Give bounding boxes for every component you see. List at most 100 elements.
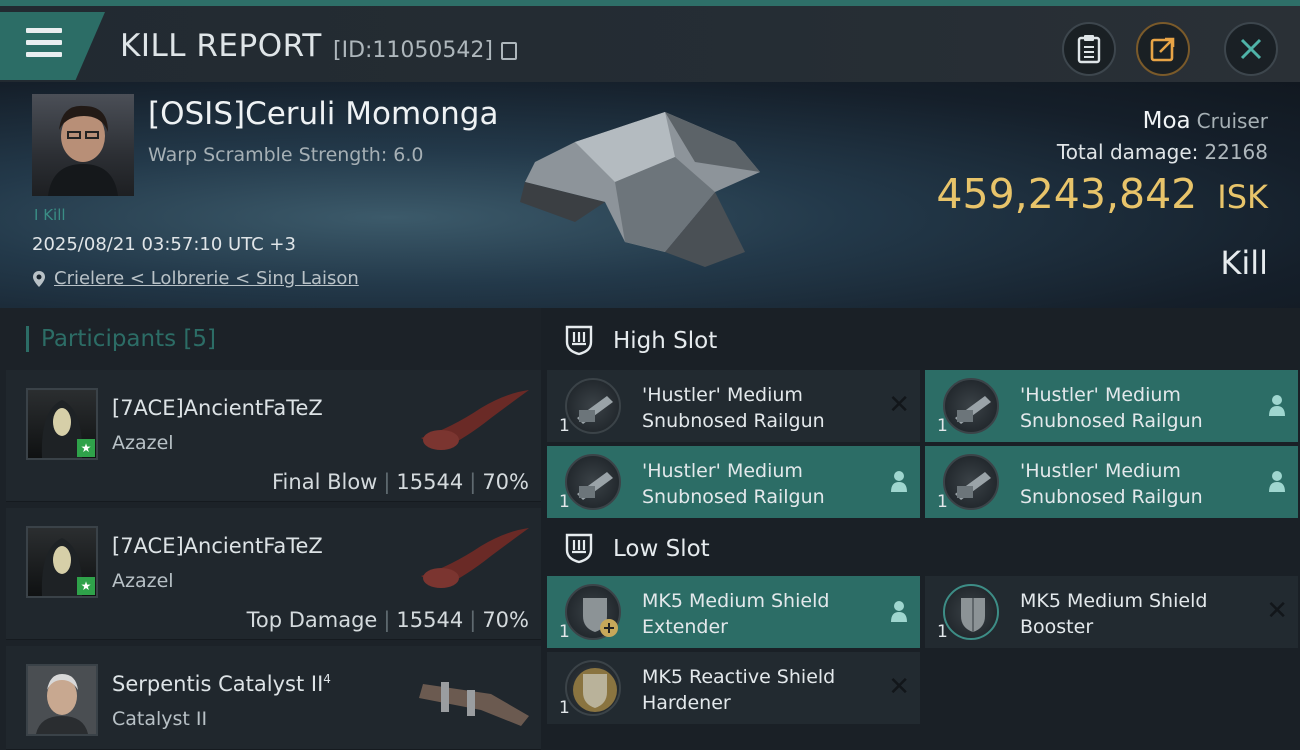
destroyed-icon: ✕ bbox=[1266, 596, 1288, 626]
participant-ship-image bbox=[419, 682, 529, 726]
low-slot-label: Low Slot bbox=[613, 536, 710, 562]
participant-damage: 15544 bbox=[396, 608, 464, 632]
module-quantity: 1 bbox=[559, 698, 570, 718]
railgun-icon bbox=[943, 378, 999, 434]
share-icon bbox=[1150, 37, 1175, 62]
participant-avatar bbox=[26, 664, 98, 736]
module-quantity: 1 bbox=[559, 492, 570, 512]
participant-tag: Final Blow bbox=[272, 470, 378, 494]
result-label: Kill bbox=[1220, 244, 1268, 282]
participant-stats: Final Blow | 15544 | 70% bbox=[272, 470, 529, 494]
participant-ship: Catalyst II bbox=[112, 708, 208, 730]
header-bar: KILL REPORT [ID:11050542] bbox=[0, 6, 1300, 82]
module-name-line1: MK5 Reactive Shield bbox=[642, 666, 836, 688]
clipboard-button[interactable] bbox=[1062, 22, 1116, 76]
close-icon bbox=[1240, 38, 1262, 60]
module-name: MK5 Reactive Shield Hardener bbox=[642, 664, 835, 716]
destroyed-icon: ✕ bbox=[888, 390, 910, 420]
participant-percent: 70% bbox=[482, 608, 529, 632]
menu-button[interactable] bbox=[0, 12, 105, 80]
portrait-image bbox=[48, 105, 118, 196]
module-item[interactable]: 1 MK5 Medium Shield Extender bbox=[547, 576, 920, 648]
shield-booster-icon bbox=[943, 584, 999, 640]
module-quantity: 1 bbox=[559, 416, 570, 436]
module-item[interactable]: 1 'Hustler' Medium Snubnosed Railgun bbox=[547, 446, 920, 518]
module-name-line2: Hardener bbox=[642, 692, 731, 714]
module-item[interactable]: 1 'Hustler' Medium Snubnosed Railgun bbox=[925, 446, 1298, 518]
warp-scramble-strength: Warp Scramble Strength: 6.0 bbox=[148, 144, 424, 166]
shield-extender-icon bbox=[565, 584, 621, 640]
victim-avatar[interactable] bbox=[32, 94, 134, 196]
participant-row[interactable]: ★ [7ACE]AncientFaTeZ Azazel Top Damage | 1… bbox=[6, 508, 541, 640]
participant-name-text: Serpentis Catalyst II bbox=[112, 672, 324, 696]
participant-row[interactable]: Serpentis Catalyst II4 Catalyst II bbox=[6, 646, 541, 750]
isk-amount: 459,243,842 bbox=[936, 170, 1198, 218]
copy-icon[interactable] bbox=[501, 42, 517, 60]
participant-row[interactable]: ★ [7ACE]AncientFaTeZ Azazel Final Blow | 1… bbox=[6, 370, 541, 502]
kill-location-link[interactable]: Crielere < Lolbrerie < Sing Laison bbox=[54, 268, 359, 289]
victim-pilot-name[interactable]: [OSIS]Ceruli Momonga bbox=[148, 96, 498, 132]
total-damage-value: 22168 bbox=[1204, 140, 1268, 164]
high-slot-label: High Slot bbox=[613, 328, 718, 354]
participant-ship-image bbox=[421, 528, 529, 588]
module-quantity: 1 bbox=[937, 492, 948, 512]
star-icon: ★ bbox=[77, 439, 95, 457]
module-name-line1: MK5 Medium Shield bbox=[1020, 590, 1208, 612]
isk-value: 459,243,842 ISK bbox=[936, 170, 1268, 218]
module-name: 'Hustler' Medium Snubnosed Railgun bbox=[642, 382, 825, 434]
module-item[interactable]: 1 'Hustler' Medium Snubnosed Railgun ✕ bbox=[547, 370, 920, 442]
participant-name-sup: 4 bbox=[323, 672, 331, 686]
ship-class: Cruiser bbox=[1196, 109, 1268, 133]
ship-name: Moa bbox=[1142, 108, 1191, 134]
module-name: 'Hustler' Medium Snubnosed Railgun bbox=[642, 458, 825, 510]
star-icon: ★ bbox=[77, 577, 95, 595]
module-name-line1: 'Hustler' Medium bbox=[1020, 384, 1181, 406]
person-icon bbox=[891, 601, 907, 622]
clipboard-icon bbox=[1077, 35, 1101, 64]
module-name-line2: Snubnosed Railgun bbox=[1020, 486, 1203, 508]
railgun-icon bbox=[565, 454, 621, 510]
module-name-line2: Snubnosed Railgun bbox=[642, 486, 825, 508]
participant-name: [7ACE]AncientFaTeZ bbox=[112, 534, 323, 558]
participant-name: Serpentis Catalyst II4 bbox=[112, 672, 331, 696]
destroyed-icon: ✕ bbox=[888, 672, 910, 702]
module-quantity: 1 bbox=[559, 622, 570, 642]
module-name-line1: 'Hustler' Medium bbox=[642, 384, 803, 406]
participant-damage: 15544 bbox=[396, 470, 464, 494]
victim-ship[interactable]: Moa Cruiser bbox=[1143, 108, 1268, 134]
person-icon bbox=[1269, 395, 1285, 416]
railgun-icon bbox=[943, 454, 999, 510]
high-slot-icon bbox=[565, 325, 593, 356]
total-damage-label: Total damage: bbox=[1056, 140, 1199, 164]
participant-tag: Top Damage bbox=[246, 608, 378, 632]
module-item[interactable]: 1 'Hustler' Medium Snubnosed Railgun bbox=[925, 370, 1298, 442]
module-name-line1: 'Hustler' Medium bbox=[642, 460, 803, 482]
module-name-line1: 'Hustler' Medium bbox=[1020, 460, 1181, 482]
module-name-line1: MK5 Medium Shield bbox=[642, 590, 830, 612]
participants-panel: Participants [5] ★ [7ACE]AncientFaTeZ Az… bbox=[0, 308, 541, 750]
total-damage: Total damage: 22168 bbox=[1057, 140, 1268, 164]
module-item[interactable]: 1 MK5 Reactive Shield Hardener ✕ bbox=[547, 652, 920, 724]
module-name: 'Hustler' Medium Snubnosed Railgun bbox=[1020, 382, 1203, 434]
victim-ship-image bbox=[520, 112, 760, 267]
module-name: MK5 Medium Shield Booster bbox=[1020, 588, 1207, 640]
participant-ship-image bbox=[421, 390, 529, 450]
isk-unit: ISK bbox=[1217, 178, 1268, 216]
railgun-icon bbox=[565, 378, 621, 434]
person-icon bbox=[1269, 471, 1285, 492]
share-button[interactable] bbox=[1136, 22, 1190, 76]
participant-percent: 70% bbox=[482, 470, 529, 494]
module-quantity: 1 bbox=[937, 622, 948, 642]
person-icon bbox=[891, 471, 907, 492]
kill-datetime: 2025/08/21 03:57:10 UTC +3 bbox=[32, 234, 296, 255]
location-pin-icon bbox=[33, 271, 45, 287]
close-button[interactable] bbox=[1224, 22, 1278, 76]
module-name: MK5 Medium Shield Extender bbox=[642, 588, 829, 640]
page-title: KILL REPORT bbox=[120, 28, 322, 64]
participant-avatar: ★ bbox=[26, 388, 98, 460]
kill-count: I Kill bbox=[34, 206, 66, 224]
participant-name: [7ACE]AncientFaTeZ bbox=[112, 396, 323, 420]
shield-hardener-icon bbox=[565, 660, 621, 716]
module-item[interactable]: 1 MK5 Medium Shield Booster ✕ bbox=[925, 576, 1298, 648]
participants-header: Participants [5] bbox=[26, 326, 216, 352]
